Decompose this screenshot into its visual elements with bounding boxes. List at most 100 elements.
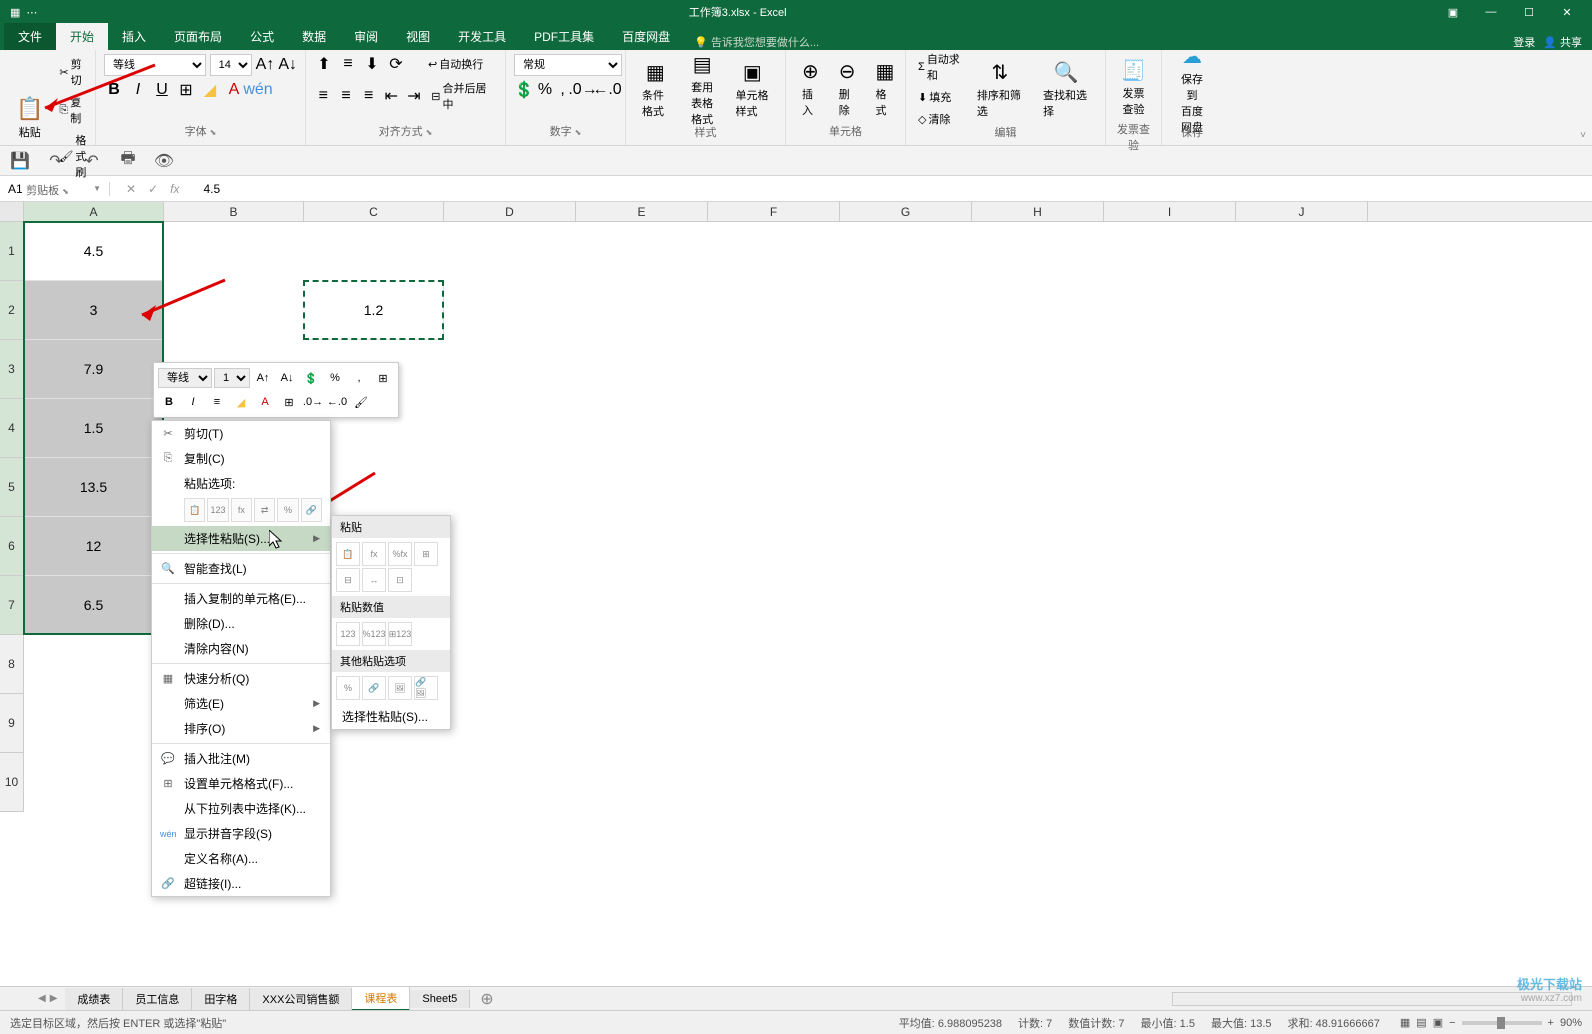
format-button[interactable]: ▦格式 (868, 55, 903, 122)
add-sheet-button[interactable]: ⊕ (470, 989, 503, 1009)
sub-other-2-icon[interactable]: 🔗 (362, 676, 386, 700)
cond-format-button[interactable]: ▦条件格式 (634, 56, 677, 123)
tab-data[interactable]: 数据 (288, 23, 340, 50)
font-launcher-icon[interactable]: ⬊ (210, 128, 217, 137)
row-header-6[interactable]: 6 (0, 517, 24, 576)
font-name-select[interactable]: 等线 (104, 54, 206, 76)
mini-dec-icon[interactable]: .0→ (302, 391, 324, 413)
mini-format-painter-icon[interactable]: 🖌 (350, 391, 372, 413)
sheet-tab-3[interactable]: XXX公司销售额 (250, 988, 352, 1010)
cm-smart-lookup[interactable]: 🔍智能查找(L) (152, 556, 330, 581)
mini-bold-icon[interactable]: B (158, 391, 180, 413)
cm-cut[interactable]: ✂剪切(T) (152, 421, 330, 446)
dec-decimal-icon[interactable]: ←.0 (597, 80, 617, 100)
row-header-10[interactable]: 10 (0, 753, 24, 812)
sub-val-2-icon[interactable]: %123 (362, 622, 386, 646)
tab-pdf[interactable]: PDF工具集 (520, 23, 608, 50)
accept-formula-icon[interactable]: ✓ (148, 182, 158, 196)
paste-opt-1-icon[interactable]: 📋 (184, 498, 205, 522)
align-top-icon[interactable]: ⬆ (314, 54, 334, 74)
tab-baidu[interactable]: 百度网盘 (608, 23, 684, 50)
maximize-icon[interactable]: ☐ (1514, 1, 1544, 23)
sub-paste-2-icon[interactable]: fx (362, 542, 386, 566)
cell-a1[interactable]: 4.5 (24, 222, 164, 281)
cell-a2[interactable]: 3 (24, 281, 164, 340)
number-format-select[interactable]: 常规 (514, 54, 622, 76)
cm-delete[interactable]: 删除(D)... (152, 611, 330, 636)
mini-currency-icon[interactable]: 💲 (300, 367, 322, 389)
col-header-h[interactable]: H (972, 202, 1104, 221)
sub-val-3-icon[interactable]: ⊞123 (388, 622, 412, 646)
tab-formulas[interactable]: 公式 (236, 23, 288, 50)
close-icon[interactable]: ✕ (1552, 1, 1582, 23)
sheet-tab-0[interactable]: 成绩表 (65, 988, 123, 1010)
format-painter-button[interactable]: 🖌 格式刷 (55, 130, 90, 182)
col-header-i[interactable]: I (1104, 202, 1236, 221)
cell-c2[interactable]: 1.2 (304, 281, 444, 340)
col-header-c[interactable]: C (304, 202, 444, 221)
paste-opt-6-icon[interactable]: 🔗 (301, 498, 322, 522)
mini-percent-icon[interactable]: % (324, 367, 346, 389)
align-middle-icon[interactable]: ≡ (338, 54, 358, 74)
orientation-icon[interactable]: ⟳ (386, 54, 406, 74)
cm-quick-analysis[interactable]: ▦快速分析(Q) (152, 666, 330, 691)
sub-paste-6-icon[interactable]: ↔ (362, 568, 386, 592)
cell-a3[interactable]: 7.9 (24, 340, 164, 399)
currency-icon[interactable]: 💲 (514, 80, 534, 100)
row-header-3[interactable]: 3 (0, 340, 24, 399)
comma-icon[interactable]: , (556, 80, 569, 100)
mini-inc-font-icon[interactable]: A↑ (252, 367, 274, 389)
pinyin-icon[interactable]: wén (248, 80, 268, 100)
col-header-g[interactable]: G (840, 202, 972, 221)
align-left-icon[interactable]: ≡ (314, 86, 333, 106)
sheet-nav-next-icon[interactable]: ▶ (50, 993, 58, 1004)
paste-opt-5-icon[interactable]: % (277, 498, 298, 522)
mini-dec-font-icon[interactable]: A↓ (276, 367, 298, 389)
cut-button[interactable]: ✂ 剪切 (55, 54, 90, 90)
view-normal-icon[interactable]: ▦ (1400, 1016, 1410, 1029)
row-header-2[interactable]: 2 (0, 281, 24, 340)
paste-opt-2-icon[interactable]: 123 (207, 498, 228, 522)
font-size-select[interactable]: 14 (210, 54, 252, 76)
zoom-level[interactable]: 90% (1560, 1017, 1582, 1029)
titlebar-qat-icon[interactable]: ⋯ (26, 6, 37, 19)
tab-developer[interactable]: 开发工具 (444, 23, 520, 50)
sub-other-3-icon[interactable]: 🖼 (388, 676, 412, 700)
cm-pick-list[interactable]: 从下拉列表中选择(K)... (152, 796, 330, 821)
delete-cells-button[interactable]: ⊖删除 (831, 55, 864, 122)
sort-filter-button[interactable]: ⇅排序和筛选 (969, 56, 1031, 123)
preview-icon[interactable]: 👁 (154, 151, 174, 171)
cm-paste-special[interactable]: 选择性粘贴(S)...▶ (152, 526, 330, 551)
mini-align-icon[interactable]: ≡ (206, 391, 228, 413)
sheet-tab-1[interactable]: 员工信息 (123, 988, 192, 1010)
share-button[interactable]: 👤 共享 (1543, 34, 1582, 50)
ribbon-display-icon[interactable]: ▣ (1438, 1, 1468, 23)
col-header-b[interactable]: B (164, 202, 304, 221)
sub-other-1-icon[interactable]: % (336, 676, 360, 700)
row-header-7[interactable]: 7 (0, 576, 24, 635)
collapse-ribbon-icon[interactable]: ˅ (1580, 130, 1586, 141)
clipboard-launcher-icon[interactable]: ⬊ (62, 187, 69, 196)
cell-a5[interactable]: 13.5 (24, 458, 164, 517)
col-header-d[interactable]: D (444, 202, 576, 221)
mini-comma-icon[interactable]: , (348, 367, 370, 389)
tab-insert[interactable]: 插入 (108, 23, 160, 50)
tab-review[interactable]: 审阅 (340, 23, 392, 50)
autosum-button[interactable]: Σ 自动求和 (914, 49, 965, 85)
zoom-out-icon[interactable]: − (1449, 1017, 1455, 1029)
font-color-icon[interactable]: A (224, 80, 244, 100)
row-header-8[interactable]: 8 (0, 635, 24, 694)
cm-insert-copied[interactable]: 插入复制的单元格(E)... (152, 586, 330, 611)
mini-border2-icon[interactable]: ⊞ (278, 391, 300, 413)
cm-format-cells[interactable]: ⊞设置单元格格式(F)... (152, 771, 330, 796)
col-header-j[interactable]: J (1236, 202, 1368, 221)
sub-paste-5-icon[interactable]: ⊟ (336, 568, 360, 592)
sheet-tab-5[interactable]: Sheet5 (410, 990, 470, 1008)
print-icon[interactable]: 🖶 (118, 151, 138, 171)
cm-copy[interactable]: ⎘复制(C) (152, 446, 330, 471)
mini-font-color-icon[interactable]: A (254, 391, 276, 413)
align-right-icon[interactable]: ≡ (359, 86, 378, 106)
indent-inc-icon[interactable]: ⇥ (405, 86, 424, 106)
merge-button[interactable]: ⊟ 合并后居中 (427, 78, 497, 114)
cell-a7[interactable]: 6.5 (24, 576, 164, 635)
